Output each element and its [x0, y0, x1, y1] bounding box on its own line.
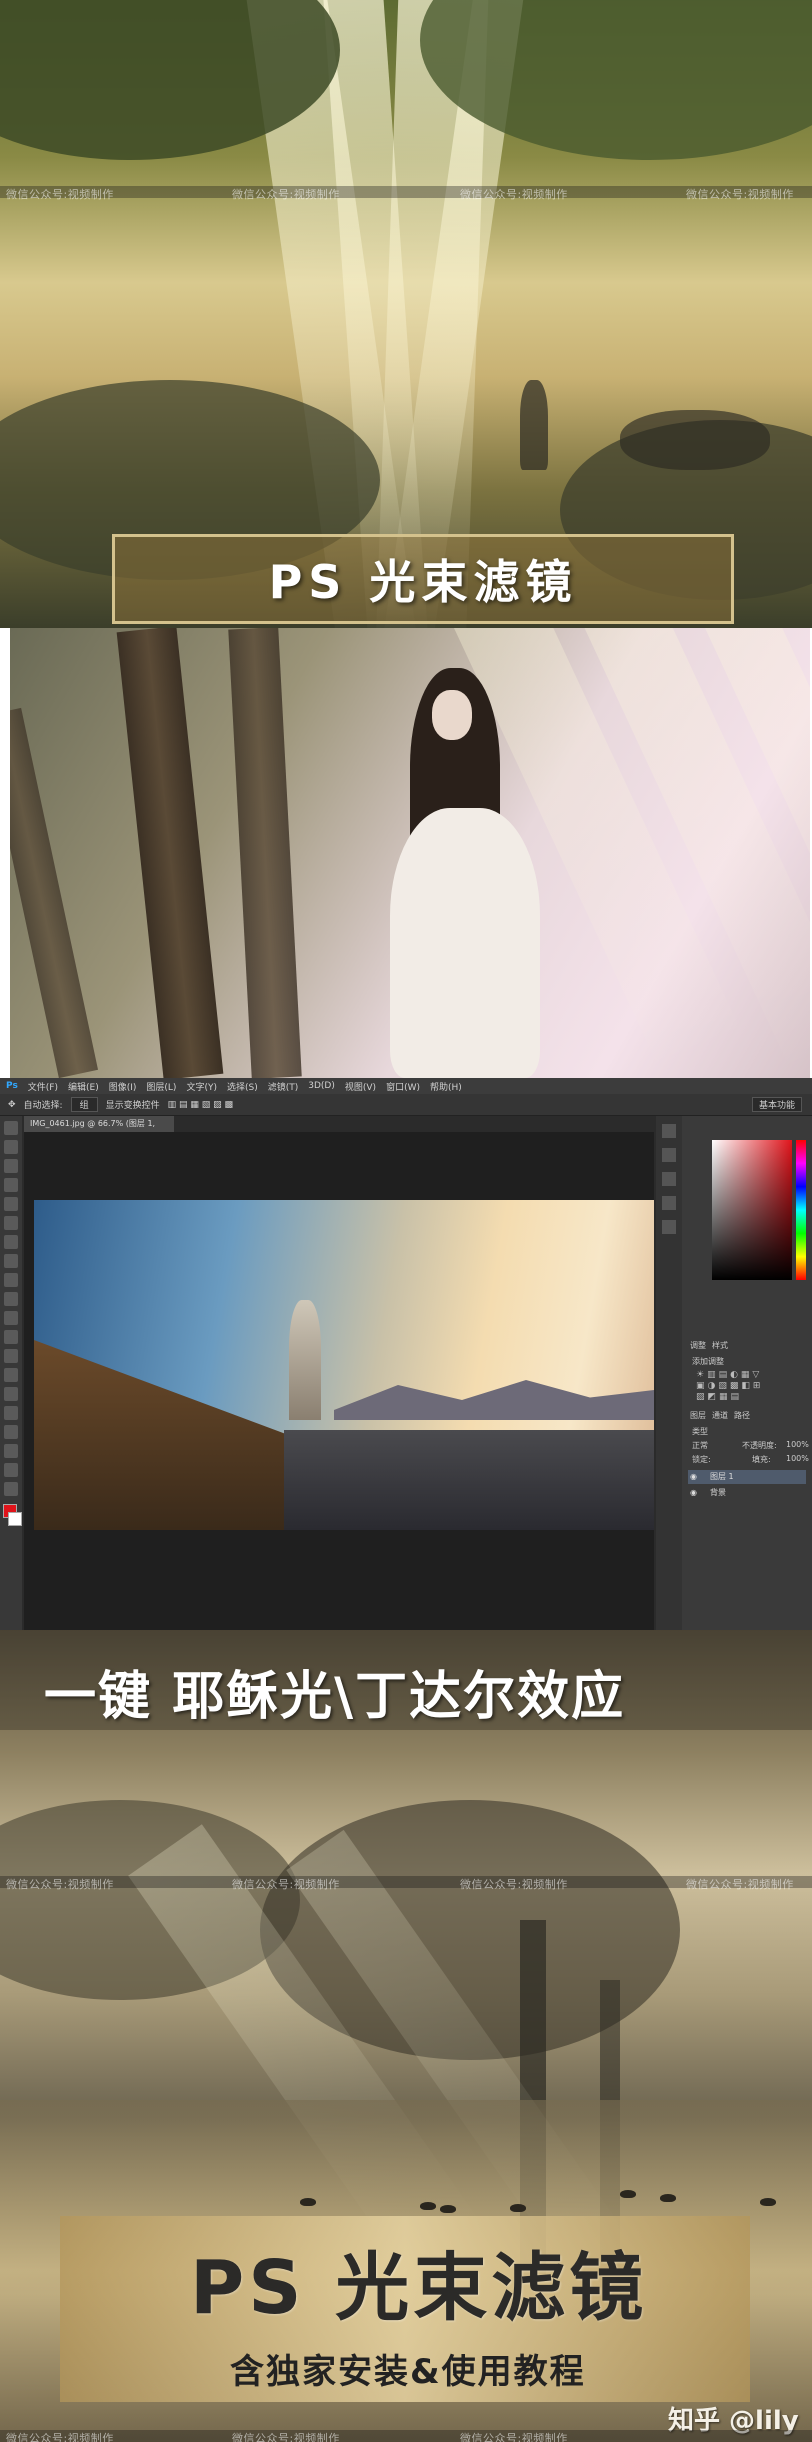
menu-layer[interactable]: 图层(L): [146, 1080, 176, 1093]
farmer-silhouette: [520, 380, 548, 470]
menu-image[interactable]: 图像(I): [109, 1080, 137, 1093]
show-transform-checkbox[interactable]: 显示变换控件: [106, 1098, 160, 1111]
background-color-swatch[interactable]: [8, 1512, 22, 1526]
history-brush-tool-icon[interactable]: [4, 1292, 18, 1306]
watermark-text: 微信公众号:视频制作: [686, 1878, 794, 1891]
pen-tool-icon[interactable]: [4, 1387, 18, 1401]
eye-icon[interactable]: ◉: [690, 1470, 697, 1484]
hue-slider[interactable]: [796, 1140, 806, 1280]
watermark-text: 微信公众号:视频制作: [6, 188, 114, 201]
move-tool-icon[interactable]: ✥: [8, 1100, 16, 1110]
watermark-text: 微信公众号:视频制作: [232, 2432, 340, 2442]
move-tool-icon[interactable]: [4, 1121, 18, 1135]
menu-3d[interactable]: 3D(D): [308, 1081, 335, 1091]
girl-figure: [370, 668, 570, 1078]
document-tab[interactable]: IMG_0461.jpg @ 66.7% (图层 1, RGB/8) *: [24, 1116, 174, 1144]
menu-select[interactable]: 选择(S): [227, 1080, 258, 1093]
menu-help[interactable]: 帮助(H): [430, 1080, 462, 1093]
watermark-text: 微信公众号:视频制作: [6, 2432, 114, 2442]
path-select-tool-icon[interactable]: [4, 1425, 18, 1439]
canvas-area[interactable]: [24, 1132, 654, 1630]
opacity-value[interactable]: 100%: [786, 1440, 809, 1449]
tools-panel: [0, 1116, 22, 1630]
pagoda: [289, 1300, 321, 1420]
gradient-tool-icon[interactable]: [4, 1330, 18, 1344]
healing-brush-tool-icon[interactable]: [4, 1235, 18, 1249]
tab-channels[interactable]: 通道: [712, 1410, 728, 1421]
hand-tool-icon[interactable]: [4, 1463, 18, 1477]
page-title: PS 光束滤镜: [268, 555, 578, 609]
layer-name: 图层 1: [710, 1472, 734, 1481]
color-picker-field[interactable]: [712, 1140, 792, 1280]
auto-select-dropdown[interactable]: 组: [70, 1097, 98, 1112]
watermark-text: 微信公众号:视频制作: [686, 188, 794, 201]
type-tool-icon[interactable]: [4, 1406, 18, 1420]
layer-kind-filter[interactable]: 类型: [692, 1426, 708, 1437]
auto-select-checkbox[interactable]: 自动选择:: [24, 1098, 63, 1111]
ox-silhouette: [620, 410, 770, 470]
blur-tool-icon[interactable]: [4, 1349, 18, 1363]
canvas-image[interactable]: [34, 1200, 654, 1530]
title-plate: PS 光束滤镜: [112, 534, 734, 624]
forest-light-photo: 微信公众号:视频制作 微信公众号:视频制作 微信公众号:视频制作 微信公众号:视…: [0, 0, 812, 628]
tab-layers[interactable]: 图层: [690, 1410, 706, 1421]
clone-stamp-tool-icon[interactable]: [4, 1273, 18, 1287]
zoom-tool-icon[interactable]: [4, 1482, 18, 1496]
eyedropper-tool-icon[interactable]: [4, 1216, 18, 1230]
lake-light-photo: 一键 耶稣光\丁达尔效应 微信公众号:视频制作 微信公众号:视频制作 微信公众号…: [0, 1630, 812, 2442]
effect-banner: 一键 耶稣光\丁达尔效应: [44, 1667, 626, 1727]
watermark-text: 微信公众号:视频制作: [460, 2432, 568, 2442]
shape-tool-icon[interactable]: [4, 1444, 18, 1458]
brush-preset-icon[interactable]: [662, 1172, 676, 1186]
photoshop-window: Ps 文件(F) 编辑(E) 图像(I) 图层(L) 文字(Y) 选择(S) 滤…: [0, 1078, 812, 1630]
fill-value[interactable]: 100%: [786, 1454, 809, 1463]
marquee-tool-icon[interactable]: [4, 1140, 18, 1154]
lasso-tool-icon[interactable]: [4, 1159, 18, 1173]
layer-row[interactable]: ◉ 图层 1: [688, 1470, 806, 1484]
subtitle: 含独家安装&使用教程: [230, 2352, 586, 2392]
eye-icon[interactable]: ◉: [690, 1486, 697, 1500]
menu-type[interactable]: 文字(Y): [186, 1080, 217, 1093]
add-adjustment-label: 添加调整: [692, 1357, 724, 1366]
watermark-text: 微信公众号:视频制作: [460, 1878, 568, 1891]
menu-edit[interactable]: 编辑(E): [68, 1080, 99, 1093]
layer-row[interactable]: ◉ 背景: [688, 1486, 806, 1500]
menu-view[interactable]: 视图(V): [345, 1080, 376, 1093]
watermark-text: 微信公众号:视频制作: [232, 1878, 340, 1891]
watermark-text: 微信公众号:视频制作: [460, 188, 568, 201]
menu-file[interactable]: 文件(F): [28, 1080, 58, 1093]
adjustment-icons[interactable]: ☀▥▤◐▦▽ ▣◑▧▩◧⊞ ▨◩▦▤: [696, 1370, 802, 1404]
tab-styles[interactable]: 样式: [712, 1340, 728, 1351]
crop-tool-icon[interactable]: [4, 1197, 18, 1211]
watermark-text: 微信公众号:视频制作: [6, 1878, 114, 1891]
options-bar: ✥ 自动选择: 组 显示变换控件 ▥ ▤ ▦ ▧ ▨ ▩ 基本功能: [0, 1094, 812, 1116]
dodge-tool-icon[interactable]: [4, 1368, 18, 1382]
ps-logo-icon: Ps: [6, 1081, 18, 1091]
fill-label: 填充:: [752, 1455, 771, 1464]
tab-adjustments[interactable]: 调整: [690, 1340, 706, 1351]
properties-icon[interactable]: [662, 1148, 676, 1162]
opacity-label: 不透明度:: [742, 1441, 777, 1450]
panel-icon-column: [656, 1116, 682, 1630]
watermark-text: 微信公众号:视频制作: [232, 188, 340, 201]
align-icons[interactable]: ▥ ▤ ▦ ▧ ▨ ▩: [168, 1100, 233, 1110]
menu-window[interactable]: 窗口(W): [386, 1080, 420, 1093]
lock-label: 锁定:: [692, 1455, 711, 1464]
tab-paths[interactable]: 路径: [734, 1410, 750, 1421]
history-icon[interactable]: [662, 1124, 676, 1138]
workspace-switcher[interactable]: 基本功能: [751, 1097, 802, 1112]
page-title: PS 光束滤镜: [190, 2245, 648, 2331]
layer-name: 背景: [710, 1488, 726, 1497]
eraser-tool-icon[interactable]: [4, 1311, 18, 1325]
blend-mode-select[interactable]: 正常: [692, 1440, 708, 1451]
paragraph-icon[interactable]: [662, 1220, 676, 1234]
menu-filter[interactable]: 滤镜(T): [268, 1080, 299, 1093]
brush-tool-icon[interactable]: [4, 1254, 18, 1268]
menu-bar: Ps 文件(F) 编辑(E) 图像(I) 图层(L) 文字(Y) 选择(S) 滤…: [0, 1078, 812, 1094]
girl-light-photo: [0, 628, 812, 1078]
character-icon[interactable]: [662, 1196, 676, 1210]
quick-select-tool-icon[interactable]: [4, 1178, 18, 1192]
